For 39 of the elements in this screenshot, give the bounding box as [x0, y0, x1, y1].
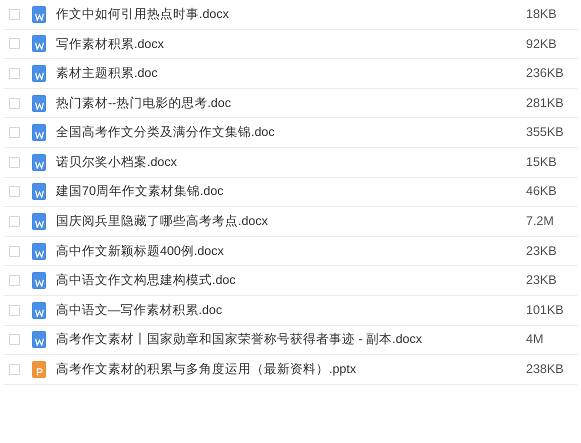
checkbox[interactable]	[9, 334, 20, 346]
checkbox[interactable]	[9, 275, 20, 286]
checkbox[interactable]	[9, 38, 20, 50]
file-size: 236KB	[526, 65, 565, 82]
file-name[interactable]: 高中语文作文构思建构模式.doc	[56, 271, 526, 290]
file-name[interactable]: 高中作文新颖标题400例.docx	[56, 242, 526, 260]
file-size: 101KB	[526, 302, 565, 319]
file-name[interactable]: 高中语文—写作素材积累.doc	[56, 300, 526, 320]
file-name[interactable]: 国庆阅兵里隐藏了哪些高考考点.docx	[56, 212, 526, 231]
file-size: 4M	[526, 331, 544, 348]
file-size: 18KB	[526, 6, 558, 23]
file-size: 23KB	[526, 242, 558, 260]
checkbox[interactable]	[9, 8, 20, 20]
checkbox[interactable]	[9, 216, 20, 227]
file-size: 7.2M	[526, 213, 555, 230]
file-size: 355KB	[526, 124, 565, 142]
file-size: 15KB	[526, 154, 558, 171]
file-name[interactable]: 全国高考作文分类及满分作文集锦.doc	[56, 123, 526, 142]
file-size: 281KB	[526, 94, 565, 112]
file-name[interactable]: 写作素材积累.docx	[56, 34, 526, 54]
checkbox[interactable]	[9, 364, 20, 375]
checkbox[interactable]	[9, 186, 20, 198]
checkbox[interactable]	[9, 98, 20, 109]
file-size: 92KB	[526, 36, 558, 53]
file-size: 23KB	[526, 272, 558, 290]
file-name[interactable]: 高考作文素材的积累与多角度运用（最新资料）.pptx	[56, 360, 526, 379]
checkbox[interactable]	[9, 68, 20, 79]
checkbox[interactable]	[9, 156, 20, 168]
file-name[interactable]: 热门素材--热门电影的思考.doc	[56, 94, 526, 112]
file-name[interactable]: 诺贝尔奖小档案.docx	[56, 152, 526, 172]
file-name[interactable]: 高考作文素材丨国家勋章和国家荣誉称号获得者事迹 - 副本.docx	[56, 330, 526, 350]
file-size: 46KB	[526, 183, 558, 200]
checkbox[interactable]	[9, 304, 20, 316]
file-name[interactable]: 素材主题积累.doc	[56, 64, 526, 83]
file-name[interactable]: 建国70周年作文素材集锦.doc	[56, 182, 526, 202]
file-name[interactable]: 作文中如何引用热点时事.docx	[56, 4, 526, 24]
file-size: 238KB	[526, 361, 565, 378]
checkbox[interactable]	[9, 127, 20, 138]
checkbox[interactable]	[9, 246, 20, 257]
